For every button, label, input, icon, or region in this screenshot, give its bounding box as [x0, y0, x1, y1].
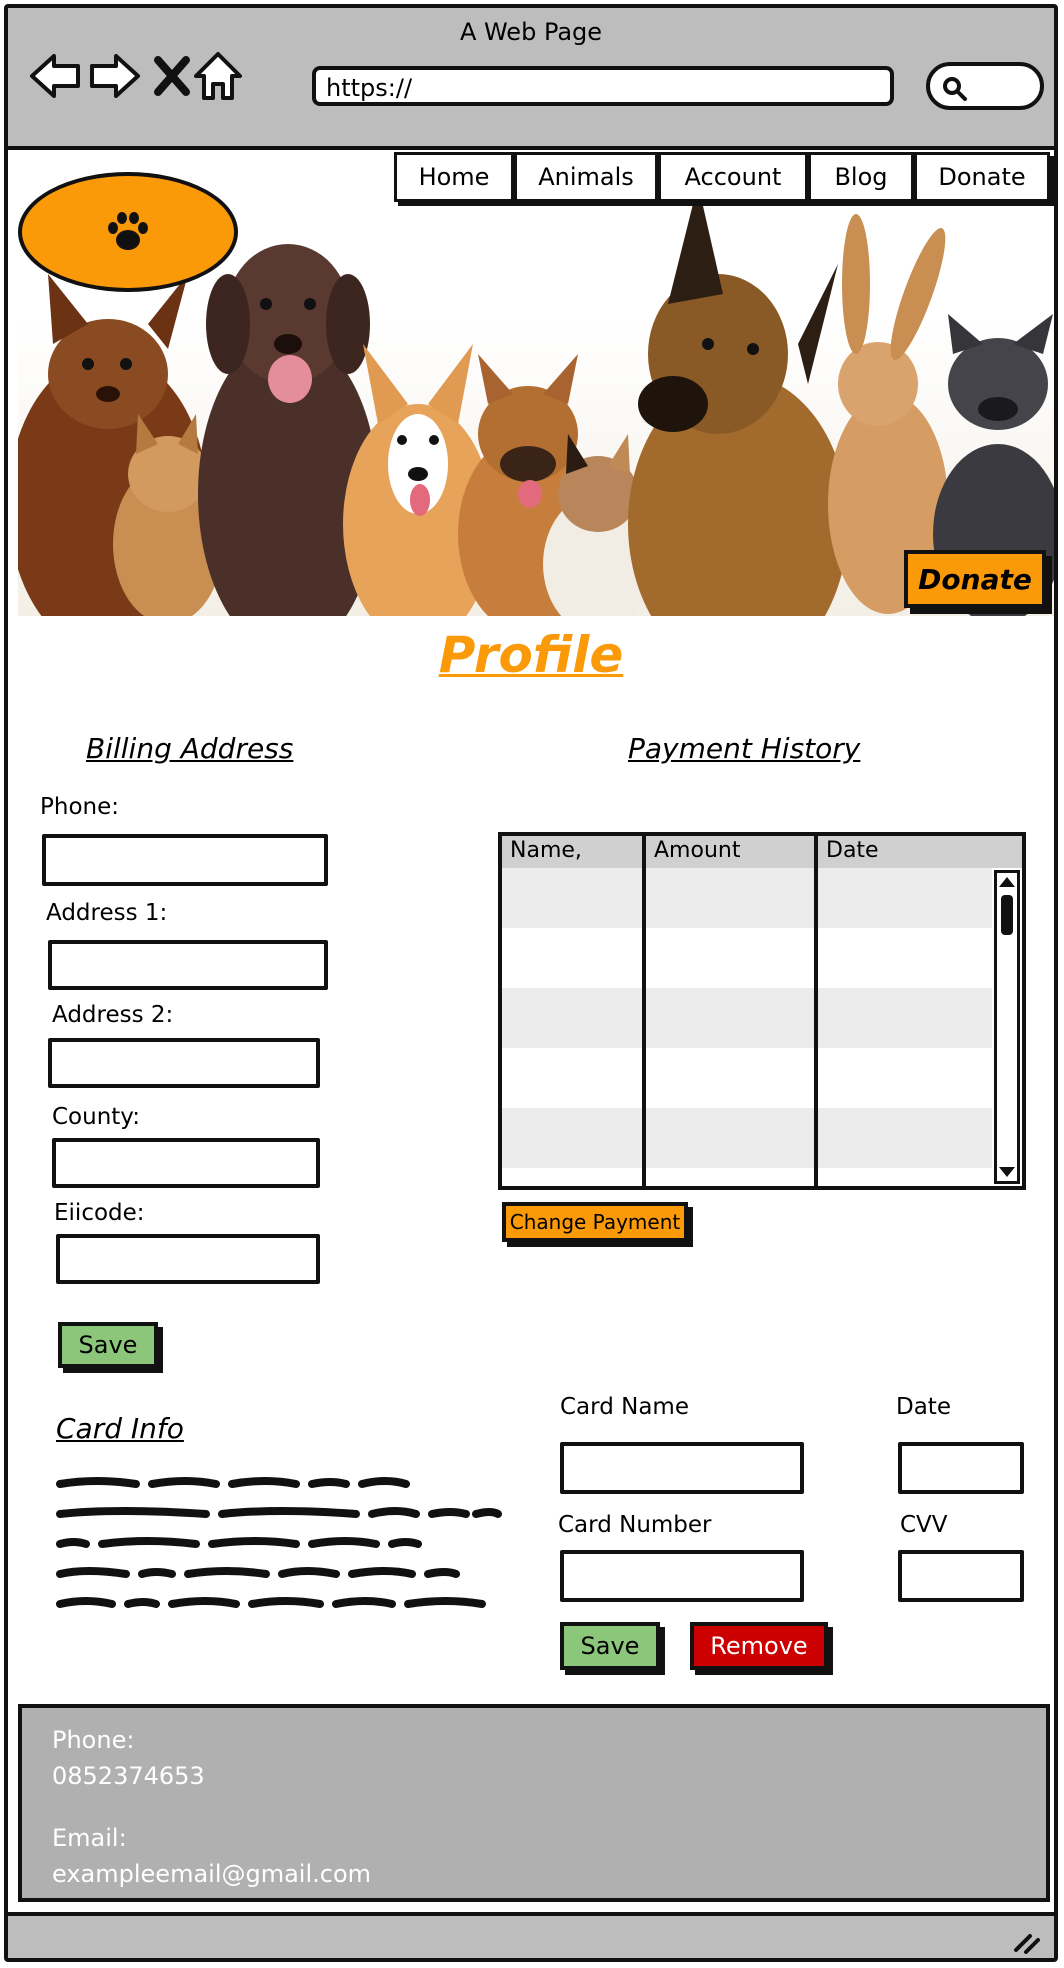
- browser-search-box[interactable]: [926, 62, 1044, 110]
- browser-status-bar: [8, 1912, 1054, 1958]
- address1-label: Address 1:: [46, 900, 168, 926]
- browser-window: A Web Page https:// Home Animals Account…: [4, 4, 1058, 1962]
- nav-account[interactable]: Account: [658, 152, 808, 202]
- payment-history-heading: Payment History: [628, 732, 861, 765]
- footer: Phone: 0852374653 Email: exampleemail@gm…: [18, 1704, 1050, 1902]
- card-remove-button[interactable]: Remove: [690, 1622, 828, 1670]
- column-header-amount[interactable]: Amount: [646, 836, 818, 868]
- eircode-label: Eiicode:: [54, 1200, 145, 1226]
- window-title: A Web Page: [459, 18, 603, 46]
- table-row[interactable]: [502, 988, 992, 1048]
- table-row[interactable]: [502, 928, 992, 988]
- eircode-input[interactable]: [56, 1234, 320, 1284]
- nav-blog[interactable]: Blog: [808, 152, 914, 202]
- billing-heading: Billing Address: [86, 732, 294, 765]
- county-input[interactable]: [52, 1138, 320, 1188]
- card-name-label: Card Name: [560, 1394, 689, 1420]
- address1-input[interactable]: [48, 940, 328, 990]
- close-icon[interactable]: [152, 48, 192, 104]
- page-title: Profile: [438, 626, 624, 684]
- footer-email-value[interactable]: exampleemail@gmail.com: [52, 1860, 371, 1888]
- paw-icon: [108, 212, 148, 250]
- search-icon: [943, 77, 967, 101]
- back-arrow-icon[interactable]: [28, 48, 84, 104]
- card-date-input[interactable]: [898, 1442, 1024, 1494]
- browser-chrome: A Web Page https://: [8, 8, 1054, 150]
- phone-input[interactable]: [42, 834, 328, 886]
- table-row[interactable]: [502, 1108, 992, 1168]
- address2-label: Address 2:: [52, 1002, 174, 1028]
- card-save-button[interactable]: Save: [560, 1622, 660, 1670]
- table-row[interactable]: [502, 1048, 992, 1108]
- placeholder-text-scribble: [56, 1477, 502, 1608]
- column-divider: [814, 836, 818, 1186]
- footer-email-label: Email:: [52, 1824, 127, 1852]
- resize-grip-icon[interactable]: [1012, 1928, 1042, 1954]
- address2-input[interactable]: [48, 1038, 320, 1088]
- footer-phone-value: 0852374653: [52, 1762, 205, 1790]
- cvv-input[interactable]: [898, 1550, 1024, 1602]
- scroll-up-icon[interactable]: [997, 875, 1017, 889]
- card-name-input[interactable]: [560, 1442, 804, 1494]
- footer-phone-label: Phone:: [52, 1726, 135, 1754]
- card-date-label: Date: [896, 1394, 951, 1420]
- forward-arrow-icon[interactable]: [86, 48, 142, 104]
- column-divider: [642, 836, 646, 1186]
- payment-history-table: Name, Amount Date: [498, 832, 1026, 1190]
- nav-animals[interactable]: Animals: [514, 152, 658, 202]
- site-logo[interactable]: [18, 172, 238, 292]
- table-scrollbar[interactable]: [994, 870, 1020, 1184]
- table-row[interactable]: [502, 868, 992, 928]
- column-header-name[interactable]: Name,: [502, 836, 646, 868]
- home-icon[interactable]: [192, 48, 244, 104]
- main-nav: Home Animals Account Blog Donate: [394, 152, 1050, 204]
- phone-label: Phone:: [40, 794, 119, 820]
- hero-donate-button[interactable]: Donate: [904, 550, 1046, 608]
- url-input[interactable]: https://: [312, 66, 894, 106]
- scrollbar-thumb[interactable]: [1001, 895, 1013, 935]
- nav-donate[interactable]: Donate: [914, 152, 1050, 202]
- nav-home[interactable]: Home: [394, 152, 514, 202]
- cvv-label: CVV: [900, 1512, 948, 1538]
- billing-save-button[interactable]: Save: [58, 1322, 158, 1368]
- column-header-date[interactable]: Date: [818, 836, 1022, 868]
- card-number-label: Card Number: [558, 1512, 712, 1538]
- scroll-down-icon[interactable]: [997, 1165, 1017, 1179]
- card-info-heading: Card Info: [56, 1412, 184, 1445]
- card-number-input[interactable]: [560, 1550, 804, 1602]
- change-payment-button[interactable]: Change Payment: [502, 1202, 688, 1242]
- county-label: County:: [52, 1104, 140, 1130]
